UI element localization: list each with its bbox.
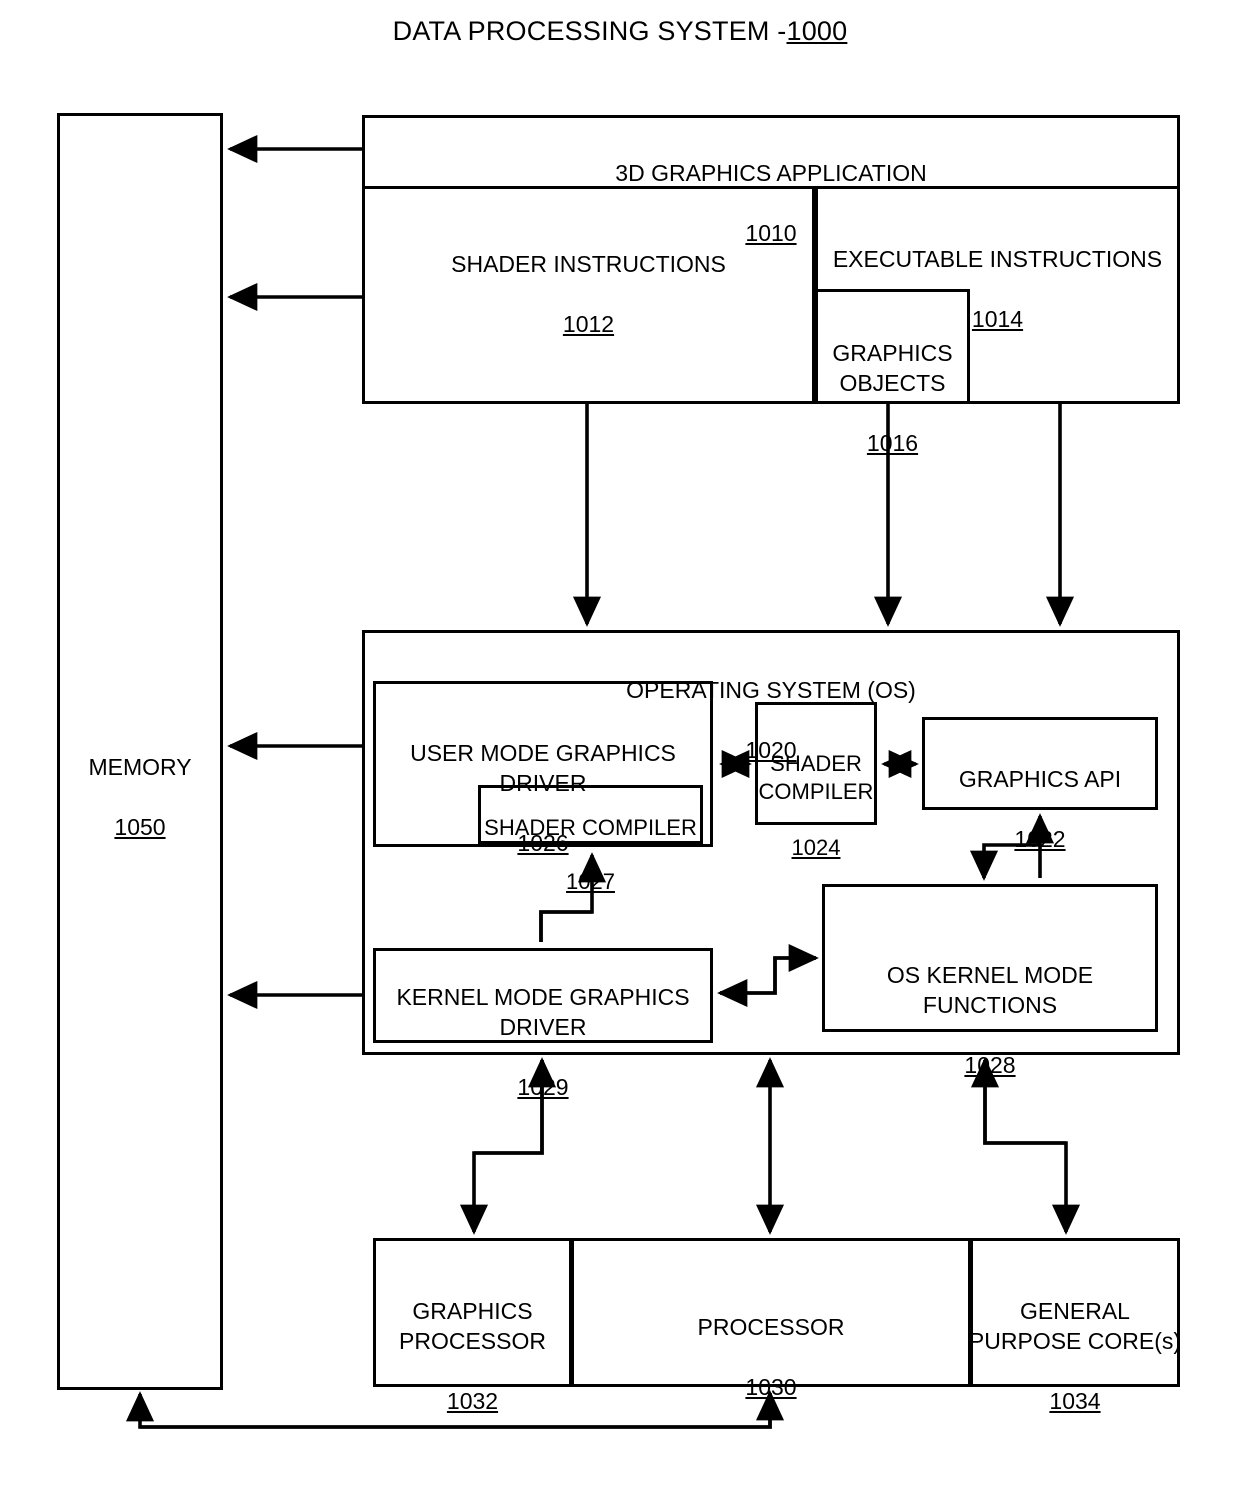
connector-memory-to-processor-bus [140,1390,785,1429]
connector-os-to-general-purpose-cores [983,1060,1081,1235]
connector-shader-compiler-1027-to-kernel-driver [539,910,592,942]
connector-processor-to-memory-bus [125,1391,772,1429]
figure-canvas: DATA PROCESSING SYSTEM -1000 MEMORY 1050… [0,0,1240,1504]
connector-graphics-processor-to-os [474,1057,557,1155]
connector-kernel-driver-to-os-kernel-functions [720,943,819,995]
connector-general-purpose-cores-to-os [970,1057,1066,1145]
connector-layer [125,134,1081,1429]
connector-os-to-graphics-processor [459,1060,544,1235]
connector-os-kernel-functions-to-kernel-driver [717,956,816,1008]
connector-graphics-api-to-os-kernel [969,843,1040,881]
connector-kernel-driver-to-shader-compiler-1027 [539,852,607,942]
